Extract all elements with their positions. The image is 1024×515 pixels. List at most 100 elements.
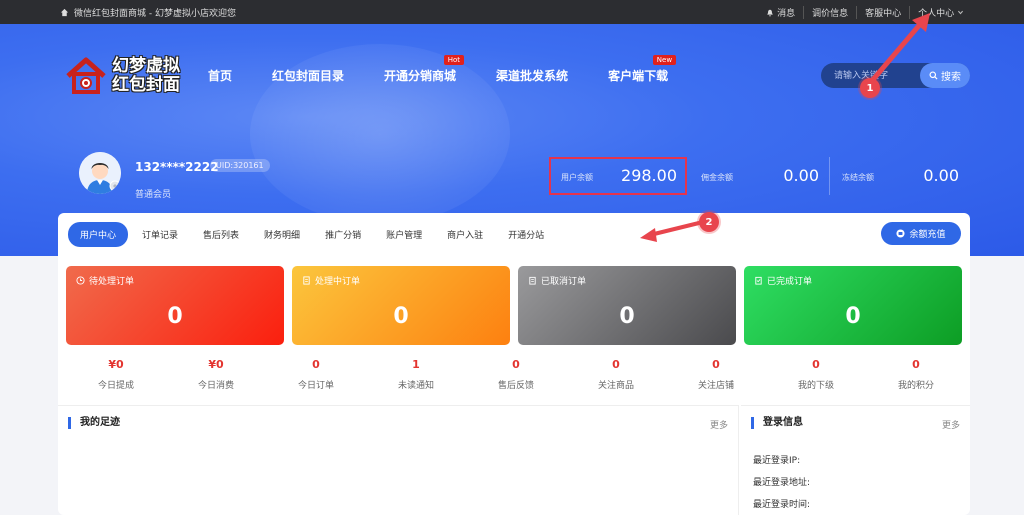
metric-followed-products[interactable]: 0 关注商品	[566, 358, 666, 391]
metric-my-subordinates[interactable]: 0 我的下级	[766, 358, 866, 391]
metric-after-sales-feedback[interactable]: 0 售后反馈	[466, 358, 566, 391]
document-icon	[303, 276, 310, 285]
cancelled-orders-value: 0	[619, 304, 635, 329]
bell-icon	[767, 9, 773, 17]
footprint-title: 我的足迹	[68, 417, 120, 429]
nav-covers-catalog[interactable]: 红包封面目录	[272, 67, 344, 84]
home-icon	[60, 8, 69, 17]
balance-summary: 用户余额 298.00 佣金余额 0.00 冻结余额 0.00	[549, 157, 969, 195]
nav-open-distribution-store-label: 开通分销商城	[384, 69, 457, 83]
user-uid-badge: UID:320161	[210, 159, 270, 172]
search-icon	[929, 71, 938, 80]
processing-orders-value: 0	[393, 304, 409, 329]
last-login-address: 最近登录地址:	[753, 478, 811, 488]
search-box: 搜索	[821, 63, 970, 88]
logo-line-2: 红包封面	[112, 75, 180, 95]
processing-orders-card[interactable]: 处理中订单 0	[292, 266, 510, 345]
price-adjust-link[interactable]: 调价信息	[803, 6, 856, 19]
logo-icon	[64, 56, 108, 96]
metric-value: ¥0	[208, 358, 224, 371]
metric-label: 今日订单	[297, 381, 334, 391]
clock-icon	[76, 276, 85, 285]
login-info-panel: 登录信息 更多 最近登录IP: 最近登录地址: 最近登录时间:	[741, 405, 970, 515]
messages-label: 消息	[777, 9, 796, 19]
recharge-button-label: 余额充值	[909, 230, 946, 240]
service-center-link[interactable]: 客服中心	[856, 6, 909, 19]
metric-label: 我的积分	[897, 381, 934, 391]
check-document-icon	[755, 276, 762, 285]
pending-orders-value: 0	[167, 304, 183, 329]
annotation-marker-1: 1	[860, 78, 880, 98]
site-logo[interactable]: 幻梦虚拟 红包封面	[64, 56, 180, 96]
metric-today-commission[interactable]: ¥0 今日提成	[66, 358, 166, 391]
tab-merchant-join[interactable]: 商户入驻	[436, 222, 494, 247]
cancelled-orders-label: 已取消订单	[541, 277, 587, 287]
user-level: 普通会员	[135, 190, 172, 200]
tab-promotion[interactable]: 推广分销	[314, 222, 372, 247]
personal-center-link[interactable]: 个人中心	[909, 6, 972, 19]
commission-balance: 佣金余额 0.00	[701, 157, 821, 195]
metric-label: 今日消费	[197, 381, 234, 391]
metric-today-spending[interactable]: ¥0 今日消费	[166, 358, 266, 391]
messages-link[interactable]: 消息	[758, 6, 803, 19]
clipboard-icon	[529, 276, 536, 285]
nav-client-download[interactable]: 客户端下载 New	[608, 55, 677, 84]
tab-account-management[interactable]: 账户管理	[375, 222, 433, 247]
avatar[interactable]	[79, 152, 121, 194]
chevron-down-icon	[958, 10, 963, 15]
commission-balance-label: 佣金余额	[701, 173, 733, 182]
hot-badge: Hot	[443, 55, 465, 65]
metric-value: 0	[512, 358, 520, 371]
nav-open-distribution-store[interactable]: 开通分销商城 Hot	[384, 55, 465, 84]
tab-after-sales[interactable]: 售后列表	[192, 222, 250, 247]
metric-unread-notices[interactable]: 1 未读通知	[366, 358, 466, 391]
completed-orders-card[interactable]: 已完成订单 0	[744, 266, 962, 345]
top-bar: 微信红包封面商城 - 幻梦虚拟小店欢迎您 消息 调价信息 客服中心 个人中心	[0, 0, 1024, 24]
pending-orders-card[interactable]: 待处理订单 0	[66, 266, 284, 345]
search-button-label: 搜索	[941, 72, 961, 83]
dashboard-card: 用户中心 订单记录 售后列表 财务明细 推广分销 账户管理 商户入驻 开通分站 …	[58, 213, 970, 515]
nav-wholesale-system-label: 渠道批发系统	[496, 69, 569, 83]
tab-finance-details[interactable]: 财务明细	[253, 222, 311, 247]
site-welcome: 微信红包封面商城 - 幻梦虚拟小店欢迎您	[60, 6, 236, 19]
search-button[interactable]: 搜索	[920, 63, 970, 88]
metric-value: 1	[412, 358, 420, 371]
order-stats: 待处理订单 0 处理中订单 0 已取消订单 0 已完成订单 0	[66, 266, 962, 346]
metric-value: 0	[912, 358, 920, 371]
cancelled-orders-card[interactable]: 已取消订单 0	[518, 266, 736, 345]
pending-orders-label: 待处理订单	[89, 277, 135, 287]
site-name[interactable]: 微信红包封面商城 - 幻梦虚拟小店欢迎您	[74, 6, 236, 19]
nav-wholesale-system[interactable]: 渠道批发系统	[496, 67, 568, 84]
metric-label: 售后反馈	[497, 381, 534, 391]
tab-open-substation[interactable]: 开通分站	[497, 222, 555, 247]
user-balance-value: 298.00	[621, 166, 677, 185]
commission-balance-value: 0.00	[783, 166, 819, 185]
metric-label: 我的下级	[797, 381, 834, 391]
wallet-icon	[896, 229, 906, 238]
processing-orders-label: 处理中订单	[315, 277, 361, 287]
last-login-ip: 最近登录IP:	[753, 456, 801, 466]
metric-label: 今日提成	[97, 381, 134, 391]
personal-center-label: 个人中心	[918, 9, 955, 19]
recharge-button[interactable]: 余额充值	[881, 222, 961, 245]
frozen-balance-label: 冻结余额	[842, 173, 874, 182]
tab-order-records[interactable]: 订单记录	[131, 222, 189, 247]
tab-user-center[interactable]: 用户中心	[68, 222, 129, 247]
nav-home[interactable]: 首页	[208, 67, 232, 84]
nav-client-download-label: 客户端下载	[608, 69, 669, 83]
footprint-more-link[interactable]: 更多	[710, 418, 728, 431]
metric-label: 关注商品	[597, 381, 634, 391]
new-badge: New	[652, 55, 677, 65]
user-balance-label: 用户余额	[561, 173, 593, 182]
metric-today-orders[interactable]: 0 今日订单	[266, 358, 366, 391]
account-metrics: ¥0 今日提成 ¥0 今日消费 0 今日订单 1 未读通知 0 售后反馈 0 关注商品 0 关…	[66, 358, 962, 398]
metric-my-points[interactable]: 0 我的积分	[866, 358, 966, 391]
metric-followed-shops[interactable]: 0 关注店铺	[666, 358, 766, 391]
login-info-more-link[interactable]: 更多	[942, 418, 960, 431]
metric-label: 关注店铺	[697, 381, 734, 391]
logo-text: 幻梦虚拟 红包封面	[112, 57, 180, 95]
metric-value: 0	[612, 358, 620, 371]
nav-covers-catalog-label: 红包封面目录	[272, 69, 345, 83]
footprint-panel: 我的足迹 更多	[58, 405, 739, 515]
main-nav: 首页 红包封面目录 开通分销商城 Hot 渠道批发系统 客户端下载 New	[208, 55, 708, 84]
